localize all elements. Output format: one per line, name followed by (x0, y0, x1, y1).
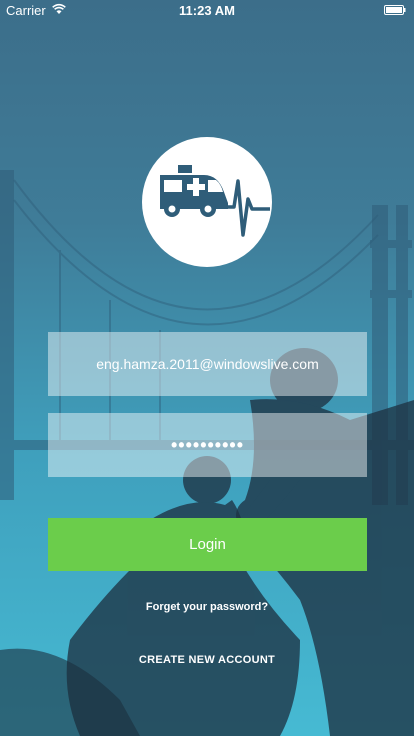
login-button[interactable]: Login (48, 518, 367, 571)
forgot-password-link[interactable]: Forget your password? (0, 601, 414, 613)
battery-icon (384, 5, 406, 15)
email-field-container (48, 332, 367, 396)
email-field[interactable] (48, 332, 367, 396)
password-field[interactable] (48, 413, 367, 477)
create-account-link[interactable]: CREATE NEW ACCOUNT (0, 654, 414, 666)
status-time: 11:23 AM (179, 3, 235, 18)
ambulance-heartbeat-icon (142, 137, 272, 267)
password-field-container (48, 413, 367, 477)
status-bar: Carrier 11:23 AM (0, 0, 414, 20)
